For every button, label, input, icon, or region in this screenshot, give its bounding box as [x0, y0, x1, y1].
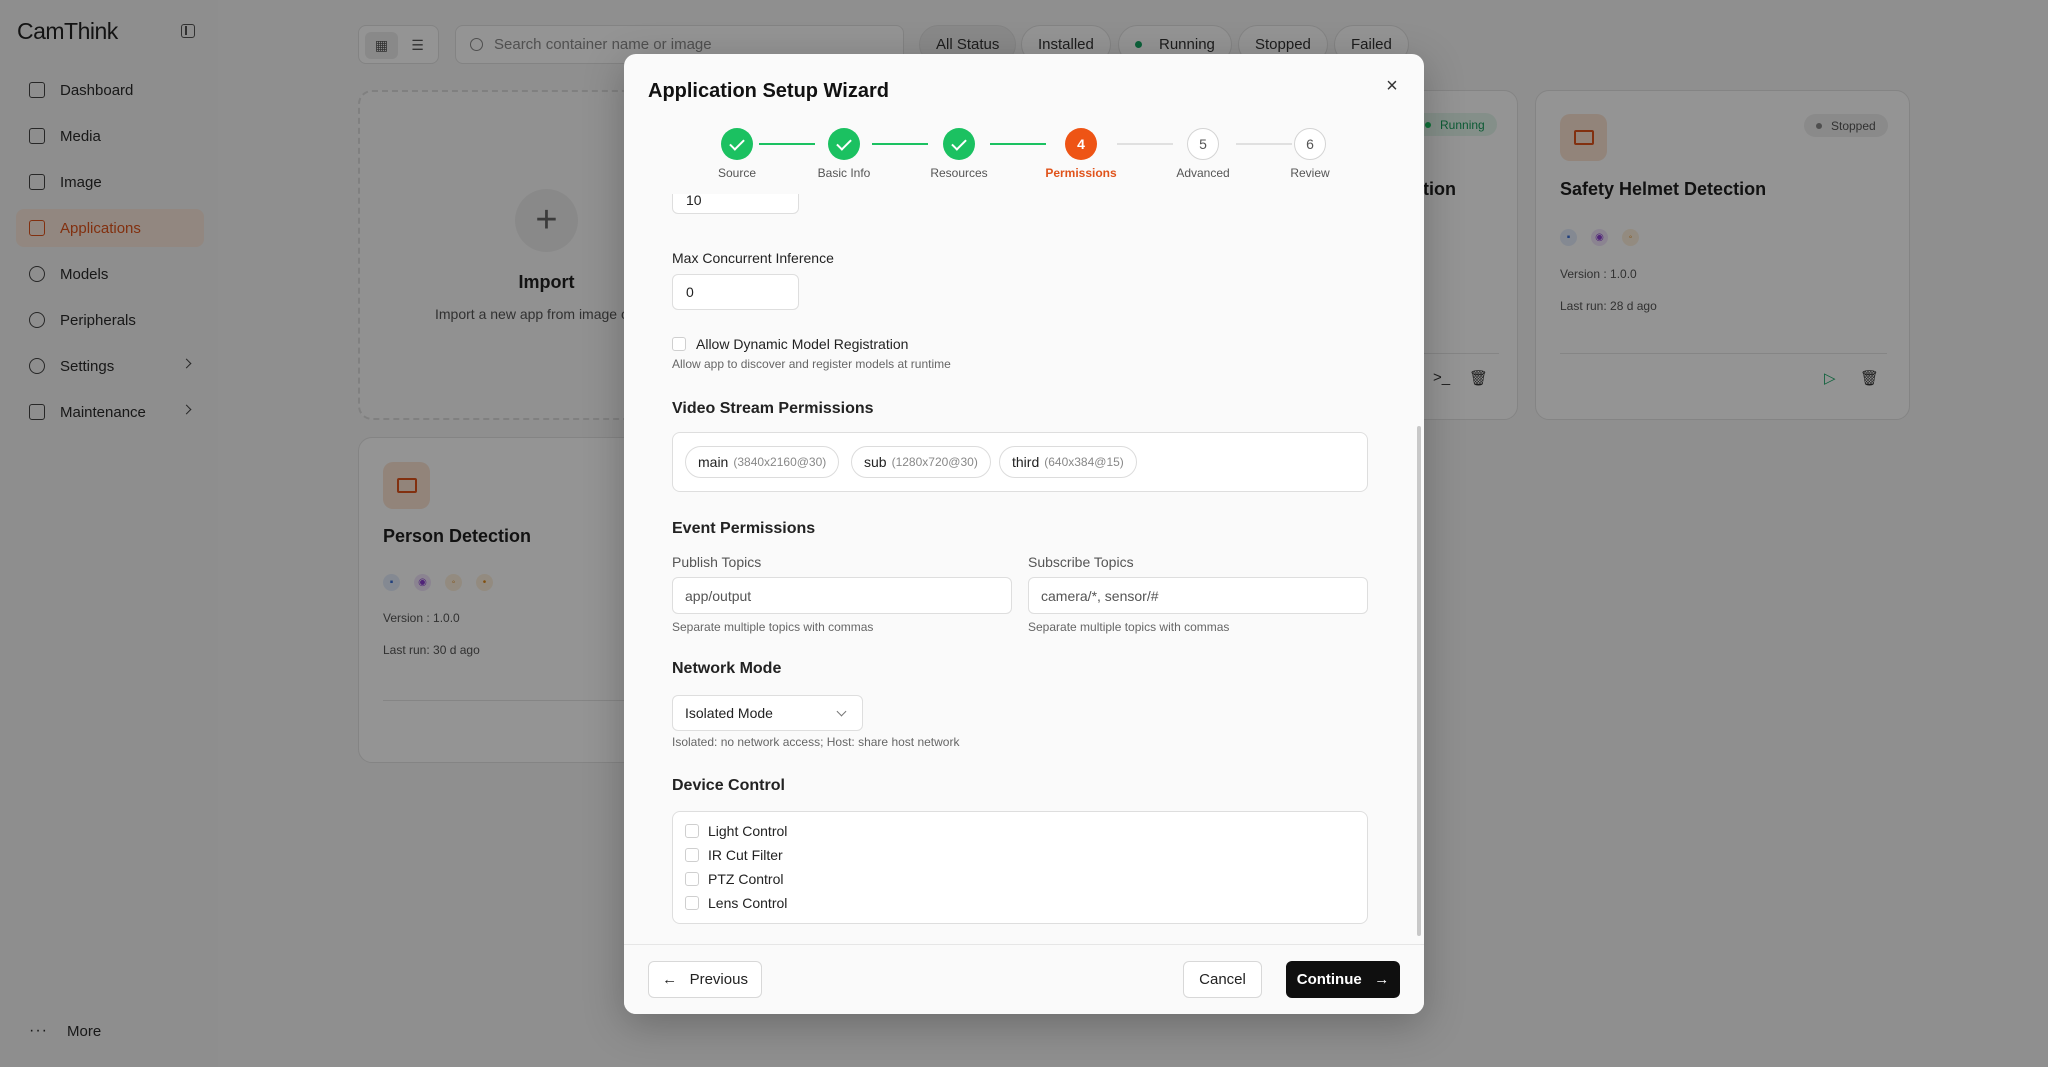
- video-stream-title: Video Stream Permissions: [672, 400, 874, 417]
- device-label: PTZ Control: [708, 871, 784, 887]
- input-placeholder: app/output: [685, 587, 752, 604]
- check-icon: [943, 128, 975, 160]
- step-resources[interactable]: Resources: [909, 128, 1009, 180]
- button-label: Cancel: [1199, 971, 1246, 988]
- device-ptz-control[interactable]: PTZ Control: [685, 871, 783, 887]
- device-label: Lens Control: [708, 895, 788, 911]
- input-value: 0: [686, 284, 694, 300]
- close-icon[interactable]: ×: [1382, 76, 1402, 96]
- device-control-title: Device Control: [672, 777, 785, 794]
- previous-number-input[interactable]: 10: [672, 194, 799, 214]
- step-label: Review: [1290, 166, 1330, 180]
- input-placeholder: camera/*, sensor/#: [1041, 587, 1159, 604]
- step-permissions[interactable]: 4 Permissions: [1031, 128, 1131, 180]
- step-number: 5: [1187, 128, 1219, 160]
- step-number: 4: [1065, 128, 1097, 160]
- subscribe-topics-label: Subscribe Topics: [1028, 554, 1134, 570]
- device-light-control[interactable]: Light Control: [685, 823, 787, 839]
- device-label: IR Cut Filter: [708, 847, 783, 863]
- step-label: Resources: [930, 166, 988, 180]
- chevron-down-icon: [836, 706, 847, 717]
- check-icon: [828, 128, 860, 160]
- stream-name: main: [698, 454, 729, 470]
- network-mode-title: Network Mode: [672, 660, 782, 677]
- modal-scrollbar[interactable]: [1417, 426, 1421, 936]
- step-basic-info[interactable]: Basic Info: [794, 128, 894, 180]
- checkbox[interactable]: [685, 824, 699, 838]
- input-value: 10: [686, 194, 702, 208]
- network-mode-select[interactable]: Isolated Mode: [672, 695, 863, 731]
- continue-button[interactable]: Continue →: [1286, 961, 1400, 998]
- publish-topics-input[interactable]: app/output: [672, 577, 1012, 614]
- checkbox[interactable]: [685, 896, 699, 910]
- step-label: Permissions: [1045, 166, 1117, 180]
- publish-topics-label: Publish Topics: [672, 554, 762, 570]
- stream-name: sub: [864, 454, 887, 470]
- publish-topics-hint: Separate multiple topics with commas: [672, 620, 874, 634]
- device-lens-control[interactable]: Lens Control: [685, 895, 787, 911]
- checkbox[interactable]: [685, 848, 699, 862]
- stream-resolution: (3840x2160@30): [733, 455, 827, 469]
- setup-wizard-modal: Application Setup Wizard × Source Basic …: [624, 54, 1424, 1014]
- wizard-body: 10 Max Concurrent Inference 0 Allow Dyna…: [624, 194, 1424, 942]
- checkbox[interactable]: [685, 872, 699, 886]
- subscribe-topics-hint: Separate multiple topics with commas: [1028, 620, 1230, 634]
- step-label: Source: [717, 166, 757, 180]
- stream-chip-sub[interactable]: sub (1280x720@30): [851, 446, 991, 478]
- step-label: Advanced: [1176, 166, 1230, 180]
- wizard-stepper: Source Basic Info Resources 4 Permissions…: [624, 128, 1424, 190]
- max-concurrent-label: Max Concurrent Inference: [672, 250, 834, 266]
- video-stream-panel: main (3840x2160@30) sub (1280x720@30) thir…: [672, 432, 1368, 492]
- step-label: Basic Info: [817, 166, 871, 180]
- modal-title: Application Setup Wizard: [648, 80, 889, 102]
- event-permissions-title: Event Permissions: [672, 520, 816, 537]
- stream-name: third: [1012, 454, 1040, 470]
- stream-chip-main[interactable]: main (3840x2160@30): [685, 446, 840, 478]
- previous-button[interactable]: ← Previous: [648, 961, 762, 998]
- max-concurrent-input[interactable]: 0: [672, 274, 799, 310]
- button-label: Continue: [1296, 971, 1362, 988]
- arrow-right-icon: →: [1374, 971, 1390, 988]
- arrow-left-icon: ←: [662, 971, 678, 988]
- subscribe-topics-input[interactable]: camera/*, sensor/#: [1028, 577, 1368, 614]
- dynamic-model-checkbox[interactable]: [672, 337, 686, 351]
- step-source[interactable]: Source: [687, 128, 787, 180]
- dynamic-model-label: Allow Dynamic Model Registration: [696, 336, 909, 352]
- wizard-footer: ← Previous Cancel Continue →: [624, 944, 1424, 1014]
- device-control-panel: Light Control IR Cut Filter PTZ Control …: [672, 811, 1368, 924]
- stream-resolution: (640x384@15): [1044, 455, 1124, 469]
- device-label: Light Control: [708, 823, 788, 839]
- stream-resolution: (1280x720@30): [891, 455, 978, 469]
- check-icon: [721, 128, 753, 160]
- step-number: 6: [1294, 128, 1326, 160]
- select-value: Isolated Mode: [685, 705, 773, 721]
- cancel-button[interactable]: Cancel: [1183, 961, 1262, 998]
- network-mode-hint: Isolated: no network access; Host: share…: [672, 735, 960, 749]
- button-label: Previous: [689, 971, 748, 988]
- dynamic-model-hint: Allow app to discover and register model…: [672, 357, 951, 371]
- stream-chip-third[interactable]: third (640x384@15): [999, 446, 1137, 478]
- device-ir-cut-filter[interactable]: IR Cut Filter: [685, 847, 783, 863]
- step-advanced[interactable]: 5 Advanced: [1153, 128, 1253, 180]
- step-review[interactable]: 6 Review: [1260, 128, 1360, 180]
